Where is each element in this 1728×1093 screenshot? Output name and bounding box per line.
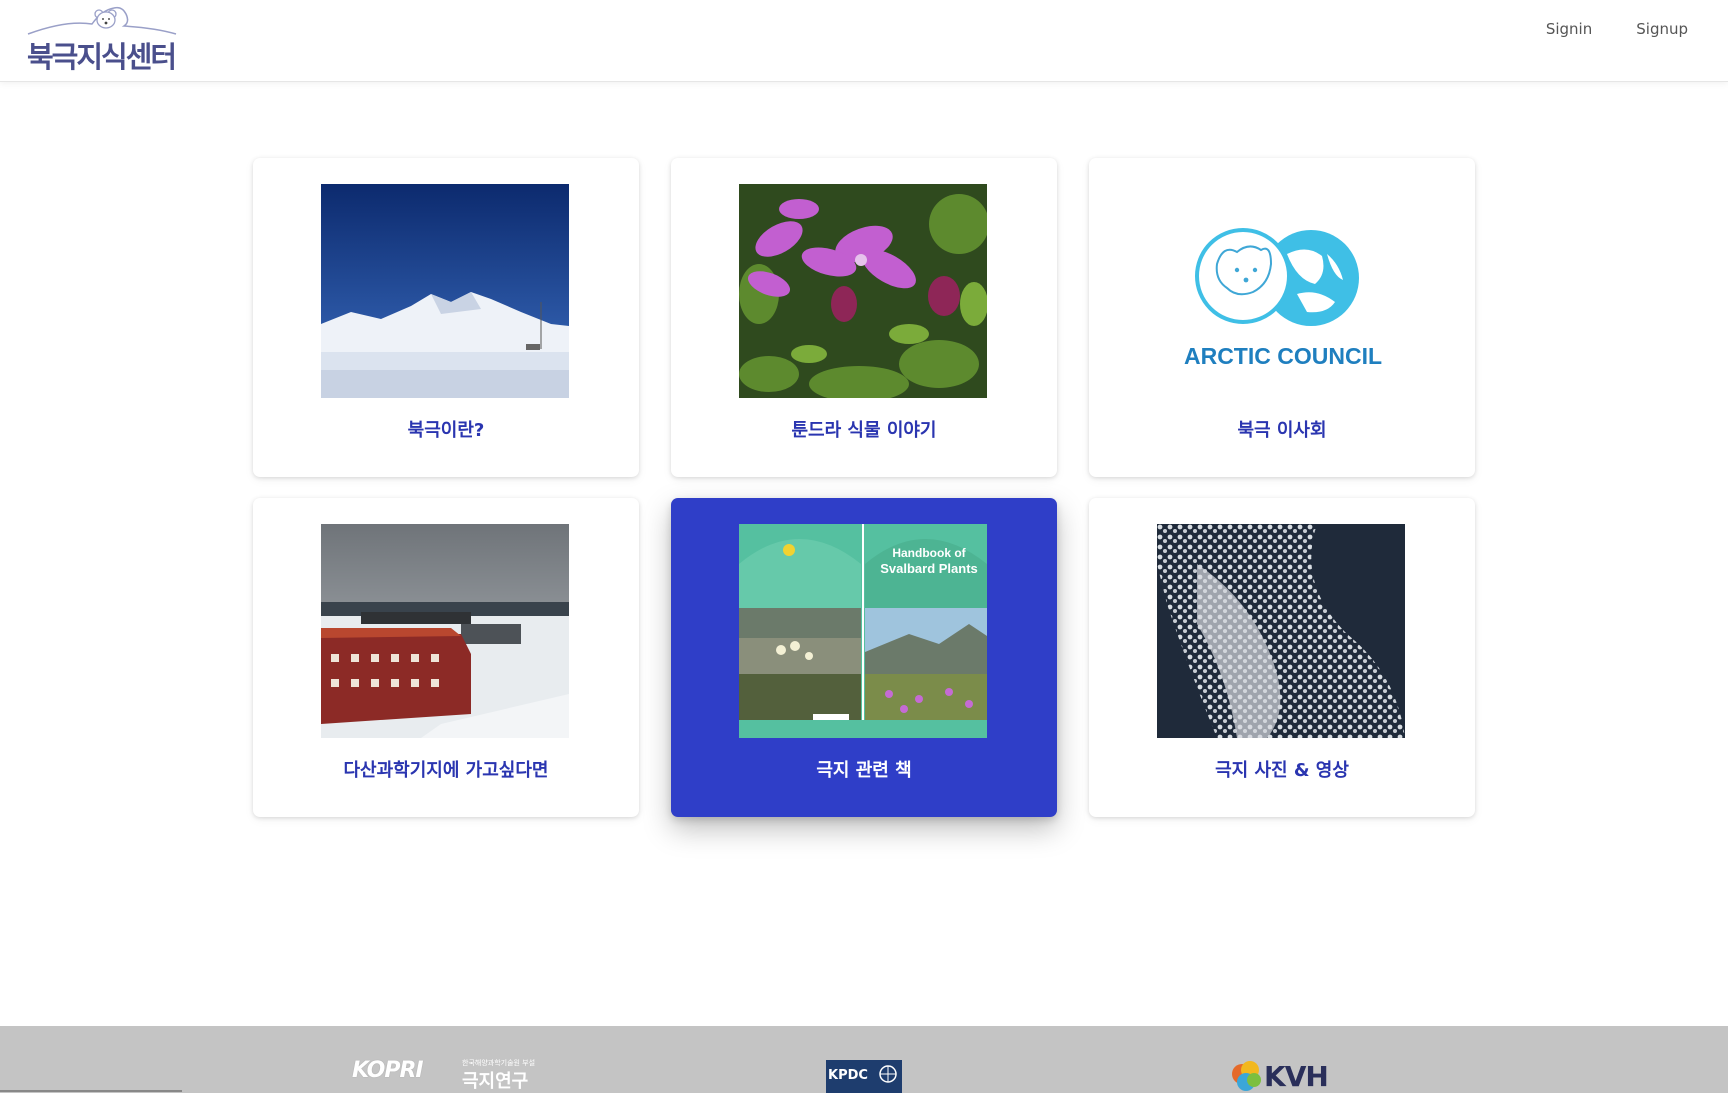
signin-link[interactable]: Signin	[1546, 20, 1592, 38]
card-what-is-arctic[interactable]: 북극이란?	[253, 158, 639, 477]
card-title: 북극이란?	[407, 420, 485, 441]
card-dasan-station[interactable]: 다산과학기지에 가고싶다면	[253, 498, 639, 817]
site-header: 북극지식센터 Signin Signup	[0, 0, 1728, 82]
dasan-station-image	[321, 524, 569, 738]
kvh-logo-word: KVH	[1264, 1060, 1329, 1093]
site-logo[interactable]: 북극지식센터	[26, 4, 178, 74]
book-title-line-2: Svalbard Plants	[880, 561, 978, 576]
card-title: 다산과학기지에 가고싶다면	[343, 760, 549, 781]
book-title-line-1: Handbook of	[892, 546, 966, 560]
kpdc-globe-icon	[879, 1065, 897, 1083]
card-arctic-council[interactable]: ARCTIC COUNCIL 북극 이사회	[1089, 158, 1475, 477]
arctic-council-logo-text: ARCTIC COUNCIL	[1184, 343, 1382, 369]
kpdc-logo[interactable]: KPDC	[826, 1060, 902, 1093]
kopri-logo-word: KOPRI	[352, 1058, 424, 1083]
signup-link[interactable]: Signup	[1636, 20, 1688, 38]
card-tundra-plants[interactable]: 툰드라 식물 이야기	[671, 158, 1057, 477]
card-title: 툰드라 식물 이야기	[791, 420, 937, 441]
kopri-logo[interactable]: KOPRI 한국해양과학기술원 부설 극지연구소	[352, 1058, 542, 1093]
kvh-leaf-icon	[1232, 1061, 1261, 1091]
arctic-council-logo: ARCTIC COUNCIL	[1157, 184, 1405, 398]
category-grid: 북극이란? 툰드라 식물 이야기 ARCTIC COUNCIL 북극 이사회 다…	[253, 158, 1475, 817]
svalbard-book-cover-image: Handbook of Svalbard Plants	[739, 524, 987, 738]
arctic-mountain-image	[321, 184, 569, 398]
tundra-flower-image	[739, 184, 987, 398]
card-polar-books[interactable]: Handbook of Svalbard Plants 극지 관련 책	[671, 498, 1057, 817]
footer-divider	[0, 1090, 182, 1092]
card-polar-photos-videos[interactable]: 극지 사진 & 영상	[1089, 498, 1475, 817]
sea-ice-image	[1157, 524, 1405, 738]
card-title: 북극 이사회	[1237, 420, 1327, 441]
card-title: 극지 사진 & 영상	[1215, 760, 1349, 781]
kvh-logo[interactable]: KVH	[1228, 1058, 1338, 1093]
top-nav: Signin Signup	[1546, 20, 1688, 38]
kopri-logo-name: 극지연구소	[462, 1071, 529, 1092]
logo-text: 북극지식센터	[27, 40, 177, 74]
card-title: 극지 관련 책	[816, 760, 912, 781]
kpdc-logo-word: KPDC	[828, 1068, 868, 1083]
